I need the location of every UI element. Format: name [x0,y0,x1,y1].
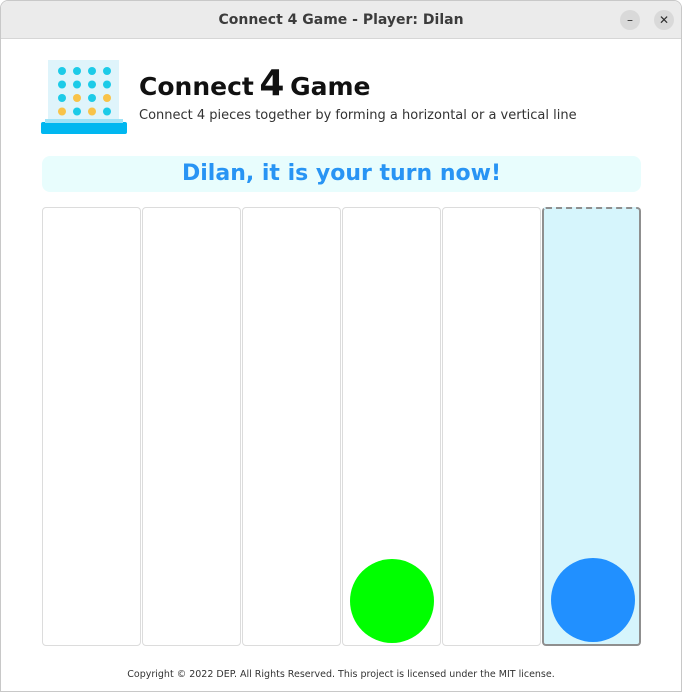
board-column-5[interactable] [442,207,541,646]
board-column-2[interactable] [142,207,241,646]
app-window: Connect 4 Game - Player: Dilan – ✕ Conne… [0,0,682,692]
turn-status-banner: Dilan, it is your turn now! [42,156,641,192]
board-column-6[interactable] [542,207,641,646]
board-column-1[interactable] [42,207,141,646]
game-board [42,207,642,647]
close-button[interactable]: ✕ [654,10,674,30]
title-number: 4 [259,63,285,104]
board-column-4[interactable] [342,207,441,646]
title-word-game: Game [290,72,371,101]
title-word-connect: Connect [139,72,254,101]
blue-game-piece [551,558,635,642]
green-game-piece [350,559,434,643]
page-subtitle: Connect 4 pieces together by forming a h… [139,108,577,123]
copyright-footer: Copyright © 2022 DEP. All Rights Reserve… [127,669,555,680]
minimize-button[interactable]: – [620,10,640,30]
page-title: Connect 4 Game [139,63,370,104]
title-bar: Connect 4 Game - Player: Dilan – ✕ [1,1,681,39]
connect-four-board-icon [41,60,127,134]
window-title: Connect 4 Game - Player: Dilan [218,12,464,28]
board-column-3[interactable] [242,207,341,646]
